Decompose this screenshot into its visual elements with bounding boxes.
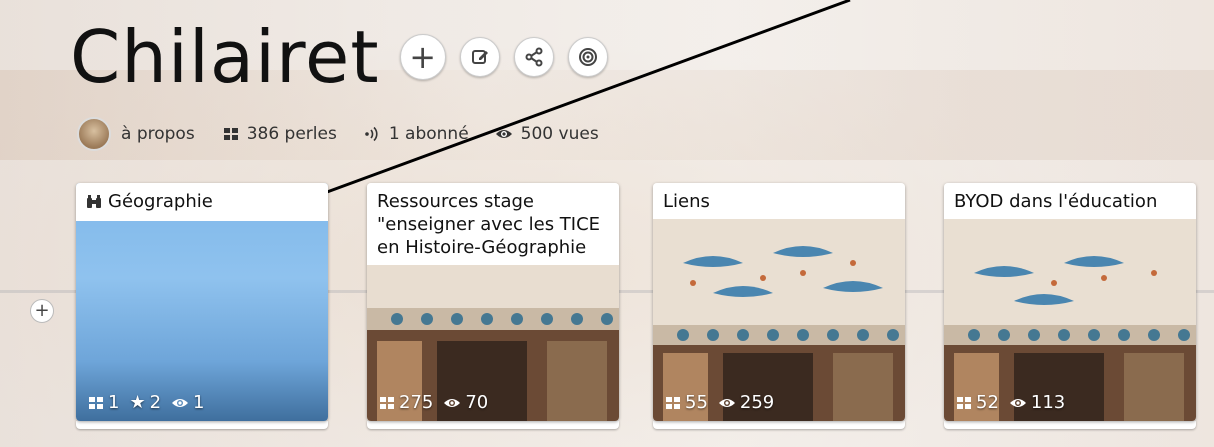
follow-button[interactable] <box>567 37 608 77</box>
grid-icon <box>379 396 395 410</box>
card-stack-shadow <box>944 421 1196 429</box>
grid-icon <box>223 127 239 141</box>
card-stats: 275 70 <box>379 392 498 413</box>
card-stack-shadow <box>653 421 905 429</box>
plus-icon: + <box>409 38 436 76</box>
binoculars-icon <box>86 192 102 215</box>
page-title: Chilairet <box>70 15 380 99</box>
card-title: BYOD dans l'éducation <box>944 183 1196 219</box>
edit-icon <box>471 50 488 64</box>
about-link[interactable]: à propos <box>77 117 195 151</box>
card-views: 113 <box>1030 392 1066 413</box>
broadcast-icon <box>363 126 381 142</box>
card-title-text: Liens <box>663 191 710 212</box>
card-pearls: 52 <box>976 392 999 413</box>
card-pearls: 275 <box>399 392 434 413</box>
card-stats: 55 259 <box>665 392 784 413</box>
card-stack-shadow <box>367 421 619 429</box>
eye-icon <box>443 397 461 409</box>
add-button[interactable]: + <box>399 34 446 80</box>
card-pearls: 55 <box>685 392 708 413</box>
grid-icon <box>88 396 104 410</box>
star-icon: ★ <box>129 392 146 413</box>
card-views: 259 <box>739 392 775 413</box>
card-stats: 52 113 <box>956 392 1075 413</box>
pearls-count: 386 perles <box>246 124 337 144</box>
card-title-text: BYOD dans l'éducation <box>954 191 1158 212</box>
card-stack-shadow <box>76 421 328 429</box>
stats-row: à propos 386 perles 1 abonné 500 vues <box>77 117 625 151</box>
edit-button[interactable] <box>459 37 500 77</box>
collection-card[interactable]: Ressources stage "enseigner avec les TIC… <box>367 183 619 421</box>
plus-icon: + <box>34 300 50 321</box>
about-label: à propos <box>121 124 195 144</box>
share-button[interactable] <box>513 37 554 77</box>
eye-icon <box>495 128 513 140</box>
collection-card[interactable]: BYOD dans l'éducation 52 113 <box>944 183 1196 421</box>
eye-icon <box>171 397 189 409</box>
grid-icon <box>665 396 681 410</box>
card-stats: 1 ★ 2 1 <box>88 392 215 413</box>
views-stat: 500 vues <box>495 124 599 144</box>
card-pearls: 1 <box>108 392 120 413</box>
subscribers-stat[interactable]: 1 abonné <box>363 124 469 144</box>
card-stars: 2 <box>149 392 162 413</box>
card-title-text: Géographie <box>108 191 213 212</box>
card-views: 1 <box>193 392 205 413</box>
subscribers-count: 1 abonné <box>388 124 469 144</box>
header: Chilairet + <box>70 12 608 102</box>
eye-icon <box>1009 397 1027 409</box>
card-title: Liens <box>653 183 905 219</box>
card-title-text: Ressources stage "enseigner avec les TIC… <box>377 191 601 258</box>
views-count: 500 vues <box>520 124 599 144</box>
add-collection-button[interactable]: + <box>30 299 54 323</box>
share-icon <box>525 47 543 67</box>
card-views: 70 <box>465 392 489 413</box>
collection-card[interactable]: Géographie 1 ★ 2 1 <box>76 183 328 421</box>
avatar <box>77 117 111 151</box>
card-title: Géographie <box>76 183 328 221</box>
card-title: Ressources stage "enseigner avec les TIC… <box>367 183 619 265</box>
collection-card[interactable]: Liens 55 259 <box>653 183 905 421</box>
eye-icon <box>718 397 736 409</box>
pearls-stat: 386 perles <box>223 124 337 144</box>
target-icon <box>578 48 597 66</box>
grid-icon <box>956 396 972 410</box>
